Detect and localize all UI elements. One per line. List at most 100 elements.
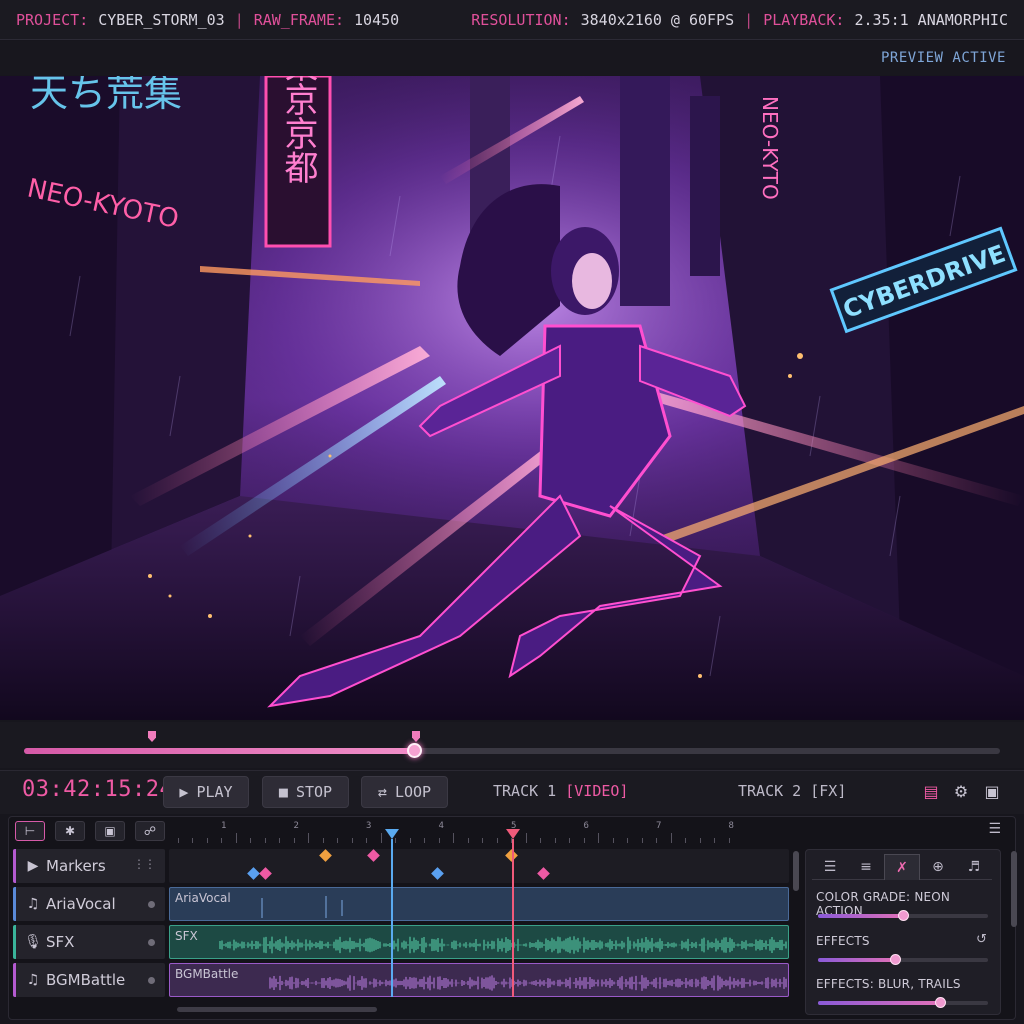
ruler-tick [206,838,208,843]
ruler-tick [322,838,324,843]
timeline-panel: ⊢ ✱ ▣ ☍ 12345678 ☰ ▶ Markers ⋮⋮ ♫ AriaVo… [8,816,1017,1020]
loop-label: LOOP [394,783,432,801]
playhead-blue-cap[interactable] [385,829,399,839]
ruler-tick [482,838,483,843]
track-name: Markers [46,857,106,875]
record-dot-icon[interactable] [148,977,155,984]
ruler-tick [366,838,367,843]
tab-mute-icon[interactable]: ♬ [956,854,992,880]
lane-scrollbar[interactable] [793,851,799,891]
ruler-number: 7 [656,821,662,831]
tab-effects-icon[interactable]: ✗ [884,854,920,880]
drag-handle-icon[interactable]: ⋮⋮ [133,857,156,871]
video-preview[interactable]: 東京京都 天ち荒集 NEO-KYOTO NEO-KYTO CYBERDRIVE [0,76,1024,720]
marker[interactable] [431,867,444,880]
ruler-tick [424,838,425,843]
track-name: SFX [46,933,75,951]
ruler-tick [554,838,556,843]
slider-handle[interactable] [889,954,901,965]
track-1-label: TRACK 1 [493,782,566,800]
play-button[interactable]: ▶ PLAY [163,776,249,808]
trim-tool-icon[interactable]: ⊢ [15,821,45,841]
in-point-marker[interactable] [148,731,156,742]
ruler-number: 2 [293,821,299,831]
ruler-tick [583,838,585,843]
timeline-scrollbar[interactable] [177,1007,377,1012]
clip-bgmbattle[interactable]: BGMBattle [169,963,789,997]
track-name: BGMBattle [46,971,126,989]
menu-icon[interactable]: ☰ [988,821,1001,837]
project-key: PROJECT: [16,11,89,29]
transport-bar: 03:42:15:24 ▶ PLAY ■ STOP ⇄ LOOP TRACK 1… [0,770,1024,814]
marker[interactable] [367,849,380,862]
ruler-tick [177,838,179,843]
tab-sliders-icon[interactable]: ≡ [848,854,884,880]
ruler-tick [337,838,338,843]
track-1-tab[interactable]: TRACK 1 [VIDEO] [493,782,628,800]
bgm-waveform [269,975,787,991]
top-info-bar: PROJECT: CYBER_STORM_03 | RAW_FRAME: 104… [0,0,1024,40]
ruler-tick [714,838,715,843]
marker[interactable] [537,867,550,880]
playhead-red[interactable] [512,839,514,997]
ruler-tick [293,838,295,843]
stop-button[interactable]: ■ STOP [262,776,349,808]
track-2-tab[interactable]: TRACK 2 [FX] [738,782,846,800]
ruler-tick [525,833,527,843]
track-head-markers[interactable]: ▶ Markers ⋮⋮ [13,849,165,883]
scrubber[interactable] [0,722,1024,768]
fit-screen-icon[interactable]: ▣ [982,782,1002,802]
panel-scrollbar[interactable] [1011,851,1017,927]
effects-panel: ☰ ≡ ✗ ⊕ ♬ COLOR GRADE: NEON ACTION EFFEC… [805,849,1001,1015]
timeline-ruler[interactable]: 12345678 [169,819,789,843]
clip-sfx[interactable]: SFX [169,925,789,959]
effects-trails-label: EFFECTS: BLUR, TRAILS [816,977,961,991]
scrubber-handle[interactable] [407,743,423,758]
ruler-tick [264,838,266,843]
clip-ariavocal[interactable]: AriaVocal [169,887,789,921]
marker[interactable] [259,867,272,880]
export-icon[interactable]: ▤ [921,782,941,802]
ruler-tick [685,838,686,843]
playhead-blue[interactable] [391,839,393,997]
ruler-tick [670,833,672,843]
ruler-tick [656,838,657,843]
effects-slider[interactable] [818,954,988,965]
camera-tool-icon[interactable]: ▣ [95,821,125,841]
track-head-sfx[interactable]: 🎙 SFX [13,925,165,959]
gear-icon[interactable]: ⚙ [951,782,971,802]
record-dot-icon[interactable] [148,939,155,946]
slider-handle[interactable] [898,910,909,921]
sign-left-top: 天ち荒集 [30,76,182,115]
track-head-ariavocal[interactable]: ♫ AriaVocal [13,887,165,921]
tab-download-icon[interactable]: ⊕ [920,854,956,880]
ruler-tick [279,838,280,843]
effects-trails-slider[interactable] [818,997,988,1008]
vocal-waveform [261,896,343,918]
ruler-tick [627,838,628,843]
ruler-tick [438,838,440,843]
sign-tokyo: 東京京都 [278,76,318,184]
marker[interactable] [319,849,332,862]
out-point-marker[interactable] [412,731,420,742]
track-head-bgmbattle[interactable]: ♫ BGMBattle [13,963,165,997]
record-dot-icon[interactable] [148,901,155,908]
loop-button[interactable]: ⇄ LOOP [361,776,448,808]
play-icon: ▶ [179,783,189,801]
color-grade-slider[interactable] [818,910,988,921]
play-label: PLAY [196,783,233,801]
markers-lane[interactable] [169,849,789,883]
ruler-tick [612,838,614,843]
ruler-tick [453,833,454,843]
music-note-icon: ♫ [26,972,40,988]
ruler-number: 3 [366,821,372,831]
link-tool-icon[interactable]: ☍ [135,821,165,841]
reset-icon[interactable]: ↺ [976,932,987,947]
tab-list-icon[interactable]: ☰ [812,854,848,880]
stop-label: STOP [295,783,333,801]
slider-handle[interactable] [935,997,947,1008]
marker[interactable] [247,867,260,880]
playhead-red-cap[interactable] [506,829,520,839]
razor-tool-icon[interactable]: ✱ [55,821,85,841]
raw-frame-value: 10450 [354,11,400,29]
